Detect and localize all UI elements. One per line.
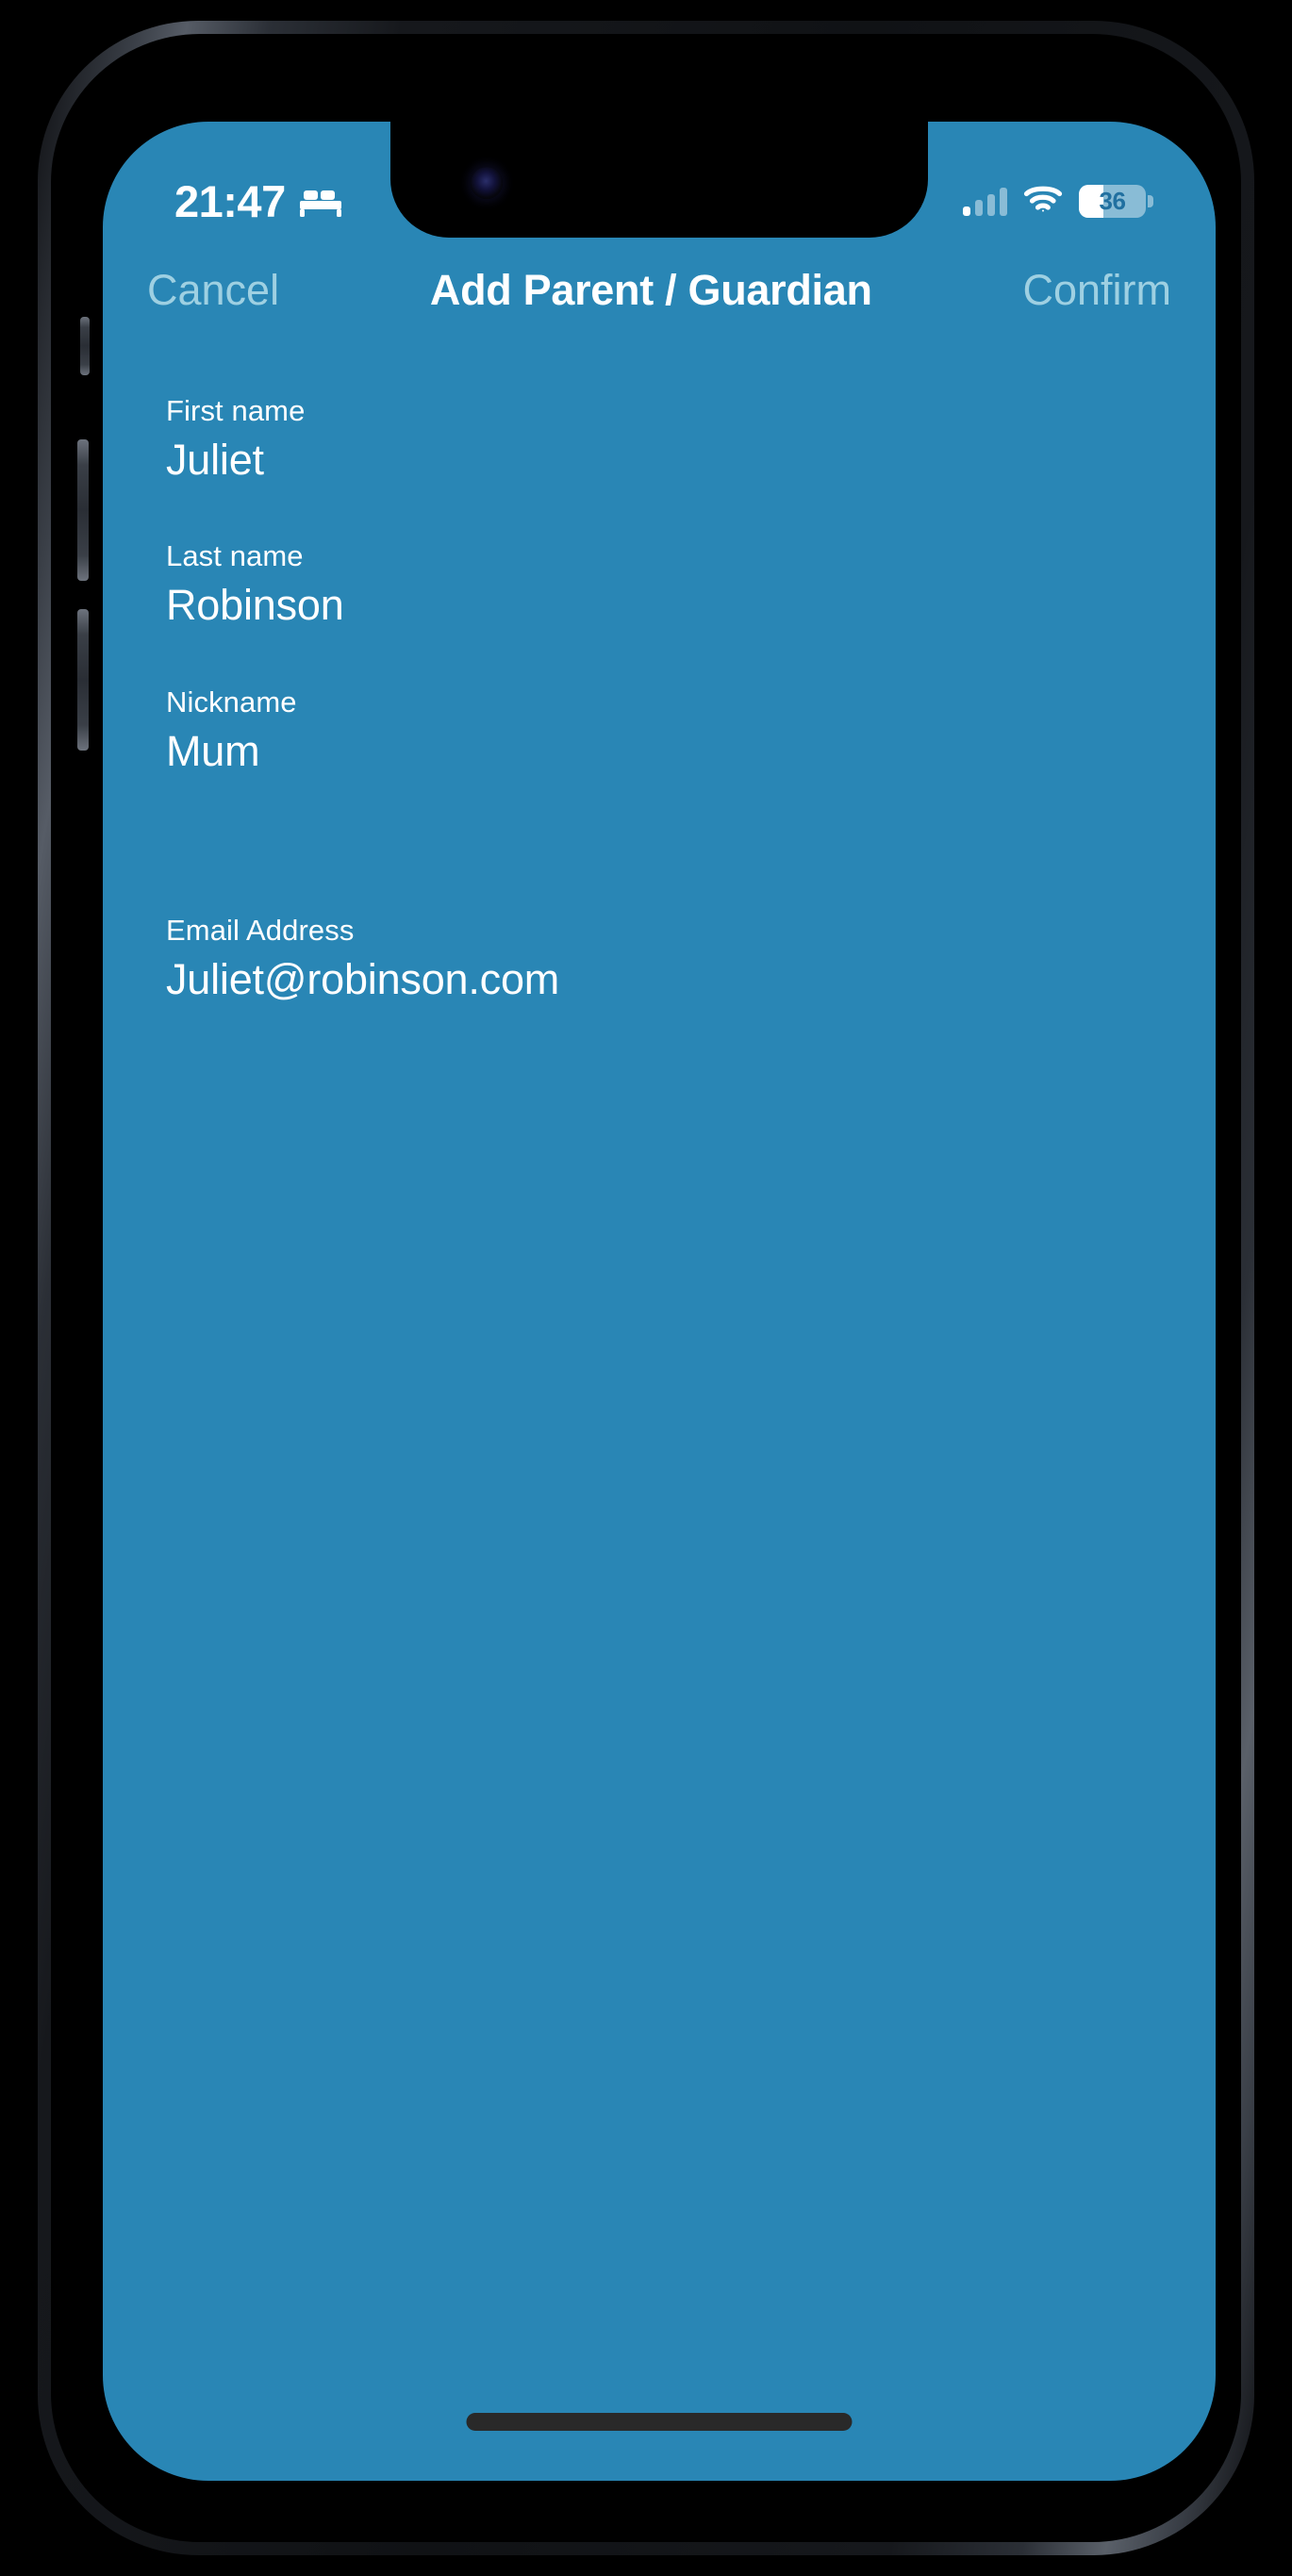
phone-screen: 21:47 36 Cancel Add Parent / Guardian Co… (103, 122, 1216, 2481)
volume-down-button[interactable] (77, 609, 89, 751)
nickname-label: Nickname (166, 685, 297, 718)
first-name-label: First name (166, 394, 306, 427)
last-name-label: Last name (166, 539, 304, 573)
page-title: Add Parent / Guardian (429, 266, 872, 314)
confirm-button[interactable]: Confirm (1022, 266, 1171, 315)
form-top-spacer (166, 341, 1152, 395)
nickname-input[interactable]: Mum (166, 725, 1152, 778)
volume-up-button[interactable] (77, 439, 89, 581)
add-parent-guardian-form: First name Juliet Last name Robinson Nic… (103, 341, 1216, 1006)
cancel-button[interactable]: Cancel (147, 266, 279, 315)
phone-device-frame: 21:47 36 Cancel Add Parent / Guardian Co… (38, 21, 1254, 2555)
phone-bezel: 21:47 36 Cancel Add Parent / Guardian Co… (51, 34, 1241, 2542)
first-name-input[interactable]: Juliet (166, 434, 1152, 487)
field-spacer (166, 633, 1152, 686)
battery-icon: 36 (1079, 185, 1153, 218)
field-last-name[interactable]: Last name Robinson (166, 540, 1152, 632)
field-email-address[interactable]: Email Address Juliet@robinson.com (166, 914, 1152, 1006)
email-address-label: Email Address (166, 914, 355, 948)
last-name-input[interactable]: Robinson (166, 579, 1152, 632)
email-address-input[interactable]: Juliet@robinson.com (166, 953, 1152, 1006)
battery-level-text: 36 (1099, 187, 1126, 215)
wifi-icon (1023, 185, 1063, 219)
status-bar-right: 36 (963, 143, 1153, 219)
signal-bars-icon (963, 187, 1007, 216)
silent-switch-button[interactable] (80, 317, 90, 375)
field-nickname[interactable]: Nickname Mum (166, 685, 1152, 778)
field-section-spacer (166, 778, 1152, 915)
home-indicator[interactable] (466, 2413, 853, 2431)
navigation-bar: Cancel Add Parent / Guardian Confirm (103, 239, 1216, 341)
front-camera-icon (471, 167, 503, 199)
field-spacer (166, 487, 1152, 540)
status-bar-left: 21:47 (167, 134, 342, 227)
status-clock: 21:47 (174, 176, 286, 226)
bed-icon (299, 186, 342, 218)
field-first-name[interactable]: First name Juliet (166, 394, 1152, 487)
